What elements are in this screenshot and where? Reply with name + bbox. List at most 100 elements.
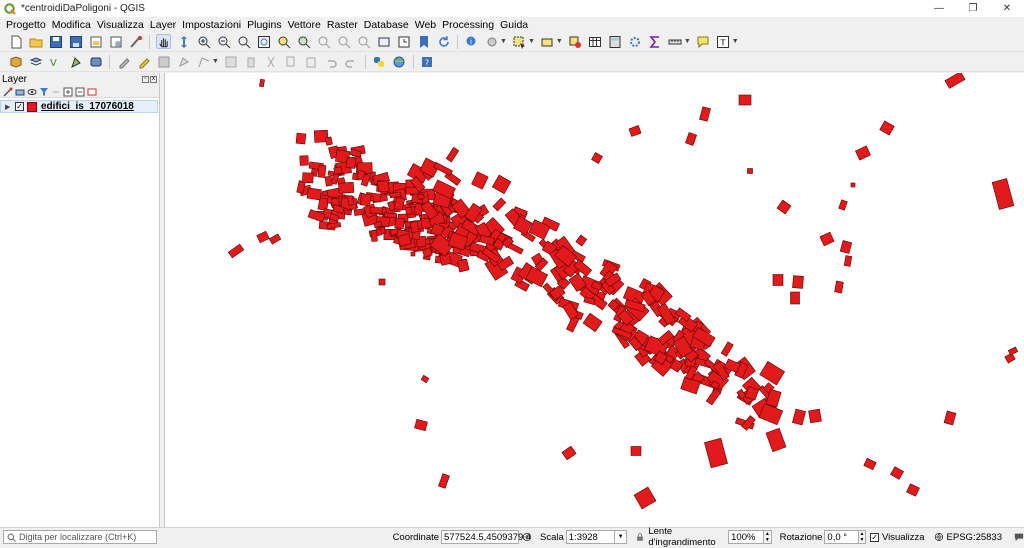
building-footprint[interactable]	[306, 187, 322, 201]
vertex-tool-icon[interactable]	[196, 54, 211, 69]
cut-features-icon[interactable]	[264, 54, 279, 69]
maximize-button[interactable]: ❐	[956, 0, 990, 17]
visibility-icon[interactable]	[27, 87, 37, 97]
zoom-next-icon[interactable]	[356, 34, 371, 49]
building-footprint[interactable]	[295, 132, 307, 145]
save-project-icon[interactable]	[48, 34, 63, 49]
globe-crs-icon[interactable]	[934, 531, 944, 543]
building-footprint[interactable]	[879, 120, 895, 136]
building-footprint[interactable]	[259, 78, 265, 88]
bookmark-icon[interactable]	[416, 34, 431, 49]
zoom-last-icon[interactable]	[336, 34, 351, 49]
magnifier-field[interactable]: 100%	[728, 530, 764, 544]
current-edits-icon[interactable]	[116, 54, 131, 69]
building-footprint[interactable]	[633, 486, 657, 510]
copy-features-icon[interactable]	[284, 54, 299, 69]
building-footprint[interactable]	[317, 164, 327, 178]
zoom-layer-icon[interactable]	[296, 34, 311, 49]
building-footprint[interactable]	[383, 212, 398, 219]
menu-impostazioni[interactable]: Impostazioni	[179, 19, 244, 31]
close-button[interactable]: ✕	[990, 0, 1024, 17]
data-source-manager-icon[interactable]	[8, 54, 23, 69]
building-footprint[interactable]	[704, 437, 728, 469]
new-temp-layer-icon[interactable]	[88, 54, 103, 69]
building-footprint[interactable]	[456, 258, 470, 273]
building-footprint[interactable]	[808, 408, 822, 424]
rotation-spinner[interactable]: ▲ ▼	[858, 530, 867, 544]
add-group-icon[interactable]	[15, 87, 25, 97]
rotation-field[interactable]: 0,0 °	[824, 530, 859, 544]
menu-visualizza[interactable]: Visualizza	[94, 19, 147, 31]
collapse-all-icon[interactable]	[75, 87, 85, 97]
field-calculator-icon[interactable]	[608, 34, 623, 49]
expand-all-icon[interactable]	[63, 87, 73, 97]
building-footprint[interactable]	[359, 193, 372, 207]
statistics-sigma-icon[interactable]	[648, 34, 663, 49]
paste-features-icon[interactable]	[304, 54, 319, 69]
building-footprint[interactable]	[333, 166, 343, 175]
menu-plugins[interactable]: Plugins	[244, 19, 284, 31]
building-footprint[interactable]	[790, 291, 800, 305]
chevron-down-icon[interactable]: ▼	[684, 38, 691, 45]
scale-combobox[interactable]: 1:3928	[565, 530, 615, 544]
building-footprint[interactable]	[410, 251, 416, 257]
chevron-down-icon[interactable]: ▼	[614, 530, 628, 544]
building-footprint[interactable]	[338, 181, 355, 194]
processing-toolbox-icon[interactable]	[628, 34, 643, 49]
building-footprint[interactable]	[630, 446, 642, 456]
building-footprint[interactable]	[838, 199, 848, 211]
building-footprint[interactable]	[834, 280, 844, 294]
building-footprint[interactable]	[369, 207, 383, 214]
layout-manager-icon[interactable]	[108, 34, 123, 49]
building-footprint[interactable]	[747, 168, 753, 174]
menu-processing[interactable]: Processing	[439, 19, 497, 31]
building-footprint[interactable]	[863, 457, 877, 471]
building-footprint[interactable]	[772, 274, 784, 286]
layer-tree-item[interactable]: ▶ ✓ edifici_is_17076018	[0, 100, 158, 113]
building-footprint[interactable]	[492, 197, 507, 212]
building-footprint[interactable]	[591, 152, 603, 164]
menu-modifica[interactable]: Modifica	[49, 19, 94, 31]
float-panel-button[interactable]: ▫	[142, 76, 149, 83]
temporal-controller-icon[interactable]	[396, 34, 411, 49]
building-footprint[interactable]	[561, 445, 577, 461]
attribute-table-icon[interactable]	[588, 34, 603, 49]
measure-icon[interactable]	[668, 34, 683, 49]
building-footprint[interactable]	[1007, 346, 1019, 356]
save-as-icon[interactable]	[68, 34, 83, 49]
map-canvas[interactable]	[164, 73, 1024, 527]
new-shapefile-icon[interactable]	[68, 54, 83, 69]
menu-database[interactable]: Database	[361, 19, 412, 31]
add-vector-layer-icon[interactable]: V	[48, 54, 63, 69]
building-footprint[interactable]	[445, 146, 460, 163]
menu-vettore[interactable]: Vettore	[285, 19, 324, 31]
building-footprint[interactable]	[378, 278, 386, 286]
add-layer-icon[interactable]	[28, 54, 43, 69]
building-footprint[interactable]	[944, 73, 966, 89]
add-feature-icon[interactable]	[176, 54, 191, 69]
menu-web[interactable]: Web	[412, 19, 439, 31]
chevron-down-icon[interactable]: ▼	[500, 38, 507, 45]
building-footprint[interactable]	[471, 171, 489, 190]
building-footprint[interactable]	[582, 312, 603, 333]
pan-to-selection-icon[interactable]	[176, 34, 191, 49]
chevron-down-icon[interactable]: ▼	[212, 58, 219, 65]
text-annotation-icon[interactable]: T	[716, 34, 731, 49]
layer-visibility-checkbox[interactable]: ✓	[15, 102, 24, 111]
modify-attributes-icon[interactable]	[224, 54, 239, 69]
zoom-full-icon[interactable]	[256, 34, 271, 49]
print-layout-icon[interactable]	[88, 34, 103, 49]
refresh-icon[interactable]	[436, 34, 451, 49]
menu-guida[interactable]: Guida	[497, 19, 531, 31]
building-footprint[interactable]	[420, 374, 430, 384]
zoom-selection-icon[interactable]	[276, 34, 291, 49]
toggle-editing-icon[interactable]	[136, 54, 151, 69]
building-footprint[interactable]	[776, 199, 792, 215]
chevron-down-icon[interactable]: ▼	[528, 38, 535, 45]
building-footprint[interactable]	[302, 172, 314, 184]
building-footprint[interactable]	[491, 174, 512, 195]
zoom-native-icon[interactable]	[316, 34, 331, 49]
building-footprint[interactable]	[791, 408, 807, 426]
zoom-rubberband-icon[interactable]	[236, 34, 251, 49]
render-checkbox[interactable]: ✓	[870, 532, 879, 542]
